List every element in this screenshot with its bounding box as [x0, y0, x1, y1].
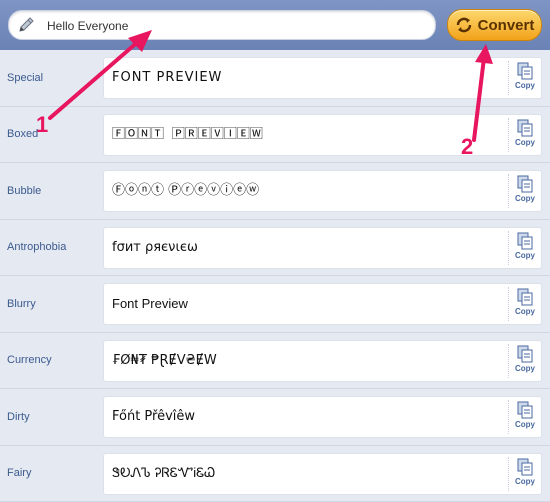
font-name: Dirty [7, 389, 30, 445]
copy-icon [517, 345, 533, 363]
copy-icon [517, 175, 533, 193]
font-row-bubble: Bubble Ⓕⓞⓝⓣ Ⓟⓡⓔⓥⓘⓔⓦ Copy [0, 163, 550, 220]
copy-button[interactable]: Copy [508, 118, 541, 152]
font-preview[interactable]: FONT PREVIEW [112, 58, 222, 98]
convert-label: Convert [478, 17, 535, 34]
preview-box[interactable]: Ⓕⓞⓝⓣ Ⓟⓡⓔⓥⓘⓔⓦ Copy [103, 170, 542, 212]
font-row-special: Special FONT PREVIEW Copy [0, 50, 550, 107]
font-preview[interactable]: fσит ρяєνιєω [112, 228, 198, 268]
font-row-fairy: Fairy ᏕᎧᏁᏖ ᎮᏒᏋᏉᎥᏋᏇ Copy [0, 446, 550, 502]
preview-box[interactable]: fσит ρяєνιєω Copy [103, 227, 542, 269]
copy-button[interactable]: Copy [508, 287, 541, 321]
copy-button[interactable]: Copy [508, 344, 541, 378]
refresh-icon [455, 16, 473, 34]
copy-button[interactable]: Copy [508, 61, 541, 95]
font-row-blurry: Blurry Font Preview Copy [0, 276, 550, 333]
copy-label: Copy [515, 138, 535, 147]
copy-icon [517, 232, 533, 250]
preview-box[interactable]: 🄵🄾🄽🅃 🄿🅁🄴🅅🄸🄴🅆 Copy [103, 114, 542, 156]
preview-box[interactable]: Font Preview Copy [103, 283, 542, 325]
font-name: Fairy [7, 446, 31, 502]
font-preview[interactable]: Főńt Přêvîêw [112, 397, 195, 437]
preview-box[interactable]: ᏕᎧᏁᏖ ᎮᏒᏋᏉᎥᏋᏇ Copy [103, 453, 542, 495]
top-bar: Convert [0, 0, 550, 50]
font-name: Antrophobia [7, 220, 66, 276]
font-preview[interactable]: Ⓕⓞⓝⓣ Ⓟⓡⓔⓥⓘⓔⓦ [112, 171, 259, 211]
copy-label: Copy [515, 81, 535, 90]
font-preview[interactable]: ᏕᎧᏁᏖ ᎮᏒᏋᏉᎥᏋᏇ [112, 454, 215, 494]
copy-button[interactable]: Copy [508, 457, 541, 491]
font-preview[interactable]: ₣Ø₦₮ ₱ⱤɆV₴ɆW [112, 341, 217, 381]
copy-label: Copy [515, 307, 535, 316]
text-input-container[interactable] [8, 10, 436, 40]
font-name: Boxed [7, 107, 38, 163]
copy-button[interactable]: Copy [508, 400, 541, 434]
copy-label: Copy [515, 477, 535, 486]
font-row-currency: Currency ₣Ø₦₮ ₱ⱤɆV₴ɆW Copy [0, 333, 550, 390]
font-row-dirty: Dirty Főńt Přêvîêw Copy [0, 389, 550, 446]
preview-box[interactable]: Főńt Přêvîêw Copy [103, 396, 542, 438]
copy-icon [517, 119, 533, 137]
copy-label: Copy [515, 420, 535, 429]
text-input[interactable] [45, 15, 429, 37]
copy-label: Copy [515, 194, 535, 203]
preview-box[interactable]: ₣Ø₦₮ ₱ⱤɆV₴ɆW Copy [103, 340, 542, 382]
copy-icon [517, 458, 533, 476]
pencil-icon [17, 15, 37, 35]
font-row-antrophobia: Antrophobia fσит ρяєνιєω Copy [0, 220, 550, 277]
font-name: Currency [7, 333, 52, 389]
font-name: Bubble [7, 163, 41, 219]
font-preview[interactable]: 🄵🄾🄽🅃 🄿🅁🄴🅅🄸🄴🅆 [112, 115, 263, 155]
annotation-number-1: 1 [36, 112, 48, 138]
copy-label: Copy [515, 364, 535, 373]
copy-button[interactable]: Copy [508, 174, 541, 208]
preview-box[interactable]: FONT PREVIEW Copy [103, 57, 542, 99]
font-name: Blurry [7, 276, 36, 332]
annotation-number-2: 2 [461, 134, 473, 160]
font-name: Special [7, 50, 43, 106]
copy-icon [517, 62, 533, 80]
copy-icon [517, 401, 533, 419]
copy-button[interactable]: Copy [508, 231, 541, 265]
convert-button[interactable]: Convert [447, 9, 542, 41]
copy-label: Copy [515, 251, 535, 260]
font-list: Special FONT PREVIEW Copy Boxed 🄵🄾🄽🅃 🄿🅁🄴… [0, 50, 550, 502]
font-preview[interactable]: Font Preview [112, 284, 188, 324]
copy-icon [517, 288, 533, 306]
